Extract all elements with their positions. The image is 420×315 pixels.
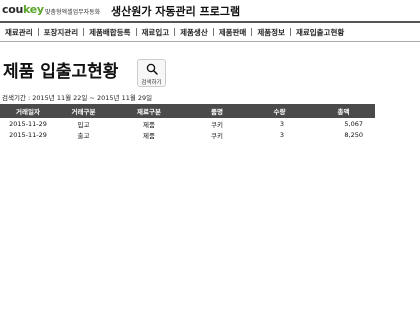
cell-transaction-type: 입고 [77,120,90,129]
column-header-material-type: 재료구분 [111,104,187,118]
cell-total: 5,067 [344,119,363,128]
inout-status-table: 거래일자 거래구분 재료구분 품명 수량 총액 2015-11-29 입고 제품… [0,104,375,140]
cell-item-name: 쿠키 [211,120,223,129]
cell-transaction-type: 출고 [77,131,90,140]
cell-quantity: 3 [279,130,284,139]
coukey-logo: coukey [2,3,44,16]
cell-date: 2015-11-29 [9,130,47,139]
table-row: 2015-11-29 입고 제품 쿠키 3 5,067 [0,118,375,129]
search-button[interactable]: 검색하기 [137,59,166,87]
menu-item-packaging-management[interactable]: 포장지관리 [39,27,84,38]
app-title: 생산원가 자동관리 프로그램 [111,5,241,18]
logo-prefix: cou [2,3,24,16]
cell-material-type: 제품 [143,131,155,140]
cell-item-name: 쿠키 [211,131,223,140]
menu-item-product-recipe[interactable]: 제품배합등록 [84,27,135,38]
cell-quantity: 3 [279,119,284,128]
menu-item-product-info[interactable]: 제품정보 [252,27,290,38]
menu-item-material-inout-status[interactable]: 재료입출고현황 [291,27,349,38]
menu-item-product-sales[interactable]: 제품판매 [214,27,252,38]
magnifier-icon [146,63,158,75]
menu-item-product-production[interactable]: 제품생산 [175,27,213,38]
column-header-total: 총액 [312,104,375,118]
cell-material-type: 제품 [143,120,155,129]
main-menu-bar: 재료관리 포장지관리 제품배합등록 재료입고 제품생산 제품판매 제품정보 재료… [0,21,420,42]
cell-date: 2015-11-29 [9,119,47,128]
column-header-quantity: 수량 [247,104,312,118]
column-header-transaction-type: 거래구분 [56,104,111,118]
logo-key: key [23,3,44,16]
column-header-item-name: 품명 [187,104,247,118]
search-button-label: 검색하기 [141,80,162,86]
table-row: 2015-11-29 출고 제품 쿠키 3 8,250 [0,129,375,140]
menu-item-material-receiving[interactable]: 재료입고 [137,27,175,38]
search-period: 검색기간 : 2015년 11월 22일 ~ 2015년 11월 29일 [2,94,153,102]
page-title: 제품 입출고현황 [3,62,119,82]
menu-item-material-management[interactable]: 재료관리 [0,27,38,38]
cell-total: 8,250 [344,130,363,139]
app-header: coukey 맞춤형엑셀업무자동화 생산원가 자동관리 프로그램 [0,0,420,22]
column-header-date: 거래일자 [0,104,56,118]
logo-tagline: 맞춤형엑셀업무자동화 [45,9,101,16]
table-header-row: 거래일자 거래구분 재료구분 품명 수량 총액 [0,104,375,118]
